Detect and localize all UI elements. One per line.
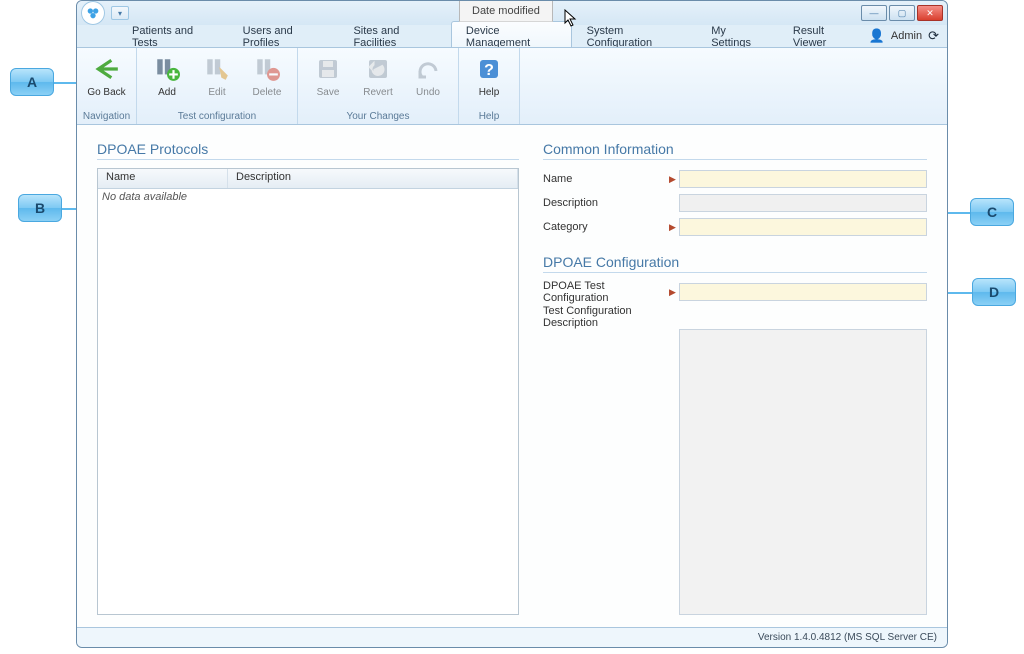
undo-button: Undo: [404, 50, 452, 99]
edit-button: Edit: [193, 50, 241, 99]
callout-c-line: [948, 212, 970, 214]
grid-header: Name Description: [98, 169, 518, 189]
test-config-select[interactable]: [679, 283, 927, 301]
row-description: Description: [543, 192, 927, 214]
callout-d: D: [972, 278, 1016, 306]
required-marker: ▶: [669, 222, 679, 233]
delete-icon: [253, 55, 281, 83]
protocols-grid[interactable]: Name Description No data available: [97, 168, 519, 615]
left-pane: DPOAE Protocols Name Description No data…: [97, 141, 519, 615]
callout-c: C: [970, 198, 1014, 226]
description-input[interactable]: [679, 194, 927, 212]
add-button[interactable]: Add: [143, 50, 191, 99]
required-marker: ▶: [669, 287, 679, 298]
grid-body: No data available: [98, 189, 518, 614]
close-button[interactable]: ✕: [917, 5, 943, 21]
refresh-icon[interactable]: ⟳: [928, 28, 939, 44]
protocols-title: DPOAE Protocols: [97, 141, 519, 160]
required-marker: ▶: [669, 174, 679, 185]
ribbon-group-test-config: Add Edit Delete Test configuration: [137, 48, 298, 124]
row-category: Category ▶: [543, 216, 927, 238]
dpoae-config-title: DPOAE Configuration: [543, 254, 927, 273]
common-info-title: Common Information: [543, 141, 927, 160]
go-back-button[interactable]: Go Back: [83, 50, 131, 99]
undo-icon: [414, 55, 442, 83]
svg-text:?: ?: [484, 62, 494, 79]
quick-access-dropdown[interactable]: ▾: [111, 6, 129, 20]
revert-icon: [364, 55, 392, 83]
tooltip-date-modified: Date modified: [459, 0, 553, 22]
version-label: Version 1.4.0.4812 (MS SQL Server CE): [758, 632, 937, 643]
minimize-button[interactable]: —: [861, 5, 887, 21]
app-window: ▾ Date modified — ▢ ✕ Patients and Tests…: [76, 0, 948, 648]
row-test-config: DPOAE Test Configuration ▶: [543, 281, 927, 303]
menu-tabs: Patients and Tests Users and Profiles Si…: [77, 25, 947, 47]
ribbon-group-navigation: Go Back Navigation: [77, 48, 137, 124]
callout-b: B: [18, 194, 62, 222]
grid-empty-text: No data available: [98, 189, 518, 205]
back-arrow-icon: [93, 55, 121, 83]
help-button[interactable]: ? Help: [465, 50, 513, 99]
edit-icon: [203, 55, 231, 83]
app-logo[interactable]: [81, 1, 105, 25]
name-input[interactable]: [679, 170, 927, 188]
revert-button: Revert: [354, 50, 402, 99]
status-bar: Version 1.4.0.4812 (MS SQL Server CE): [77, 627, 947, 647]
category-select[interactable]: [679, 218, 927, 236]
callout-a-line: [54, 82, 78, 84]
help-icon: ?: [475, 55, 503, 83]
body-area: DPOAE Protocols Name Description No data…: [77, 125, 947, 627]
maximize-button[interactable]: ▢: [889, 5, 915, 21]
add-icon: [153, 55, 181, 83]
save-icon: [314, 55, 342, 83]
right-pane: Common Information Name ▶ Description Ca…: [543, 141, 927, 615]
user-icon: 👤: [869, 28, 885, 44]
ribbon-group-changes: Save Revert Undo Your Changes: [298, 48, 459, 124]
callout-a: A: [10, 68, 54, 96]
ribbon: Go Back Navigation Add Edit: [77, 47, 947, 125]
user-label[interactable]: Admin: [891, 30, 922, 42]
delete-button: Delete: [243, 50, 291, 99]
col-description[interactable]: Description: [228, 169, 518, 188]
row-test-config-desc-label: Test Configuration Description: [543, 305, 927, 327]
callout-d-line: [948, 292, 972, 294]
col-name[interactable]: Name: [98, 169, 228, 188]
ribbon-group-help: ? Help Help: [459, 48, 520, 124]
save-button: Save: [304, 50, 352, 99]
test-config-description[interactable]: [679, 329, 927, 615]
row-name: Name ▶: [543, 168, 927, 190]
